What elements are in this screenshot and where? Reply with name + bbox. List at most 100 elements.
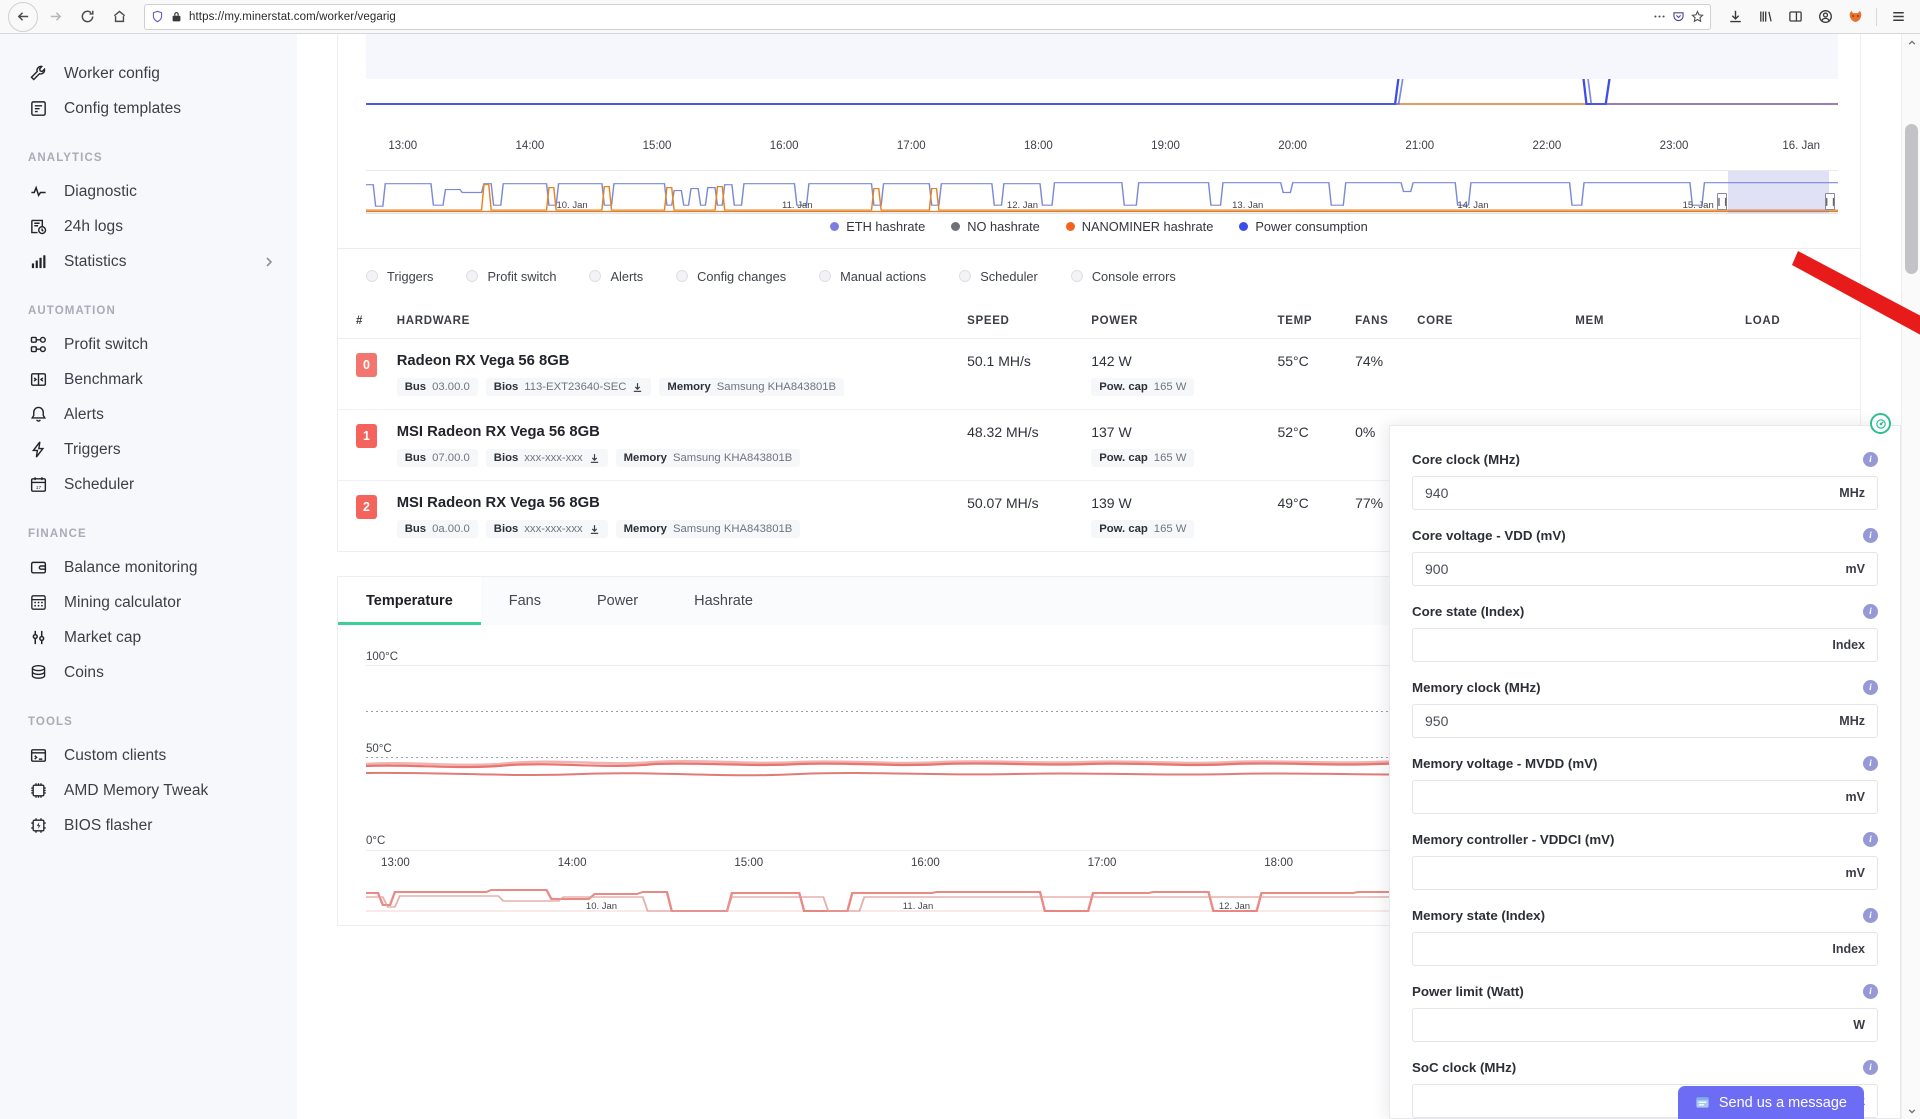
sidebar-item-profit-switch[interactable]: Profit switch	[0, 327, 297, 362]
legend-item[interactable]: Power consumption	[1239, 219, 1368, 234]
tab-fans[interactable]: Fans	[480, 577, 570, 625]
worker-overview-chart[interactable]: 13:00 14:00 15:00 16:00 17:00 18:00 19:00 20:00…	[337, 34, 1861, 214]
filter-toggle-manual-actions[interactable]: Manual actions	[819, 269, 926, 284]
filter-toggle-alerts[interactable]: Alerts	[589, 269, 643, 284]
table-row[interactable]: 0 Radeon RX Vega 56 8GB Bus 03.00.0 Bios 113-…	[338, 339, 1860, 410]
download-icon[interactable]	[1721, 3, 1749, 31]
info-icon[interactable]: i	[1863, 1060, 1878, 1075]
tab-hashrate[interactable]: Hashrate	[666, 577, 781, 625]
oc-input-memory-clock-mhz[interactable]: 950 MHz	[1412, 704, 1878, 738]
legend-item[interactable]: NANOMINER hashrate	[1065, 219, 1213, 234]
hamburger-icon[interactable]	[1884, 3, 1912, 31]
chevron-right-icon[interactable]	[263, 256, 275, 268]
sidebar-item-market-cap[interactable]: Market cap	[0, 620, 297, 655]
filter-toggle-scheduler[interactable]: Scheduler	[959, 269, 1038, 284]
speed-value: 50.07 MH/s	[967, 495, 1039, 511]
legend-label: ETH hashrate	[846, 218, 926, 234]
y-axis-label-mid: 50°C	[366, 743, 392, 755]
navigator-selected-range[interactable]	[1727, 171, 1830, 213]
fox-icon[interactable]	[1841, 3, 1869, 31]
power-cap-label: Pow. cap	[1099, 381, 1148, 393]
sidebar-item-custom-clients[interactable]: Custom clients	[0, 738, 297, 773]
home-button[interactable]	[104, 2, 134, 32]
navigator-handle-left[interactable]: ❙❙	[1716, 193, 1729, 210]
reload-button[interactable]	[72, 2, 102, 32]
sidebar-item-label: AMD Memory Tweak	[64, 781, 209, 799]
download-bios-icon[interactable]	[589, 453, 600, 464]
sidebar-item-diagnostic[interactable]: Diagnostic	[0, 174, 297, 209]
forward-button[interactable]	[40, 2, 70, 32]
legend-item[interactable]: NO hashrate	[951, 219, 1040, 234]
scrollbar-thumb[interactable]	[1905, 124, 1918, 274]
download-bios-icon[interactable]	[589, 524, 600, 535]
shield-icon[interactable]	[151, 10, 164, 23]
power-value: 142 W	[1091, 353, 1132, 369]
star-icon[interactable]	[1691, 10, 1704, 23]
oc-input-memory-voltage-mvdd-mv[interactable]: mV	[1412, 780, 1878, 814]
overclock-gauge-icon[interactable]	[1870, 413, 1891, 434]
sidebar-item-scheduler[interactable]: 17 Scheduler	[0, 467, 297, 502]
sidebar-item-amd-memory-tweak[interactable]: AMD Memory Tweak	[0, 773, 297, 808]
sidebar-item-statistics[interactable]: Statistics	[0, 244, 297, 279]
address-bar[interactable]: https://my.minerstat.com/worker/vegarig	[144, 3, 1711, 30]
oc-input-core-voltage-vdd-mv[interactable]: 900 mV	[1412, 552, 1878, 586]
sidebar-item-balance-monitoring[interactable]: Balance monitoring	[0, 550, 297, 585]
chat-widget-button[interactable]: Send us a message	[1677, 1086, 1864, 1119]
page-scrollbar[interactable]	[1901, 34, 1920, 1119]
filter-toggle-console-errors[interactable]: Console errors	[1070, 269, 1176, 284]
sidebar-item-mining-calculator[interactable]: Mining calculator	[0, 585, 297, 620]
oc-input-memory-controller-vddci-mv[interactable]: mV	[1412, 856, 1878, 890]
filter-radio-icon	[819, 270, 832, 282]
sidebar-item-alerts[interactable]: Alerts	[0, 397, 297, 432]
info-icon[interactable]: i	[1863, 604, 1878, 619]
info-icon[interactable]: i	[1863, 908, 1878, 923]
scroll-down-arrow[interactable]	[1902, 1102, 1920, 1119]
oc-label-row: Core voltage - VDD (mV) i	[1412, 528, 1878, 543]
ellipsis-icon[interactable]	[1653, 10, 1666, 23]
filter-toggle-profit-switch[interactable]: Profit switch	[466, 269, 556, 284]
info-icon[interactable]: i	[1863, 984, 1878, 999]
sidebar-item-config-templates[interactable]: Config templates	[0, 91, 297, 126]
speed-cell: 50.07 MH/s	[967, 495, 1091, 513]
info-icon[interactable]: i	[1863, 528, 1878, 543]
info-icon[interactable]: i	[1863, 452, 1878, 467]
sidebar-item-benchmark[interactable]: Benchmark	[0, 362, 297, 397]
sidebar-item-worker-config[interactable]: Worker config	[0, 56, 297, 91]
oc-input-core-state-index[interactable]: Index	[1412, 628, 1878, 662]
oc-input-core-clock-mhz[interactable]: 940 MHz	[1412, 476, 1878, 510]
info-icon[interactable]: i	[1863, 680, 1878, 695]
legend-item[interactable]: ETH hashrate	[830, 219, 925, 234]
bios-chip[interactable]: Bios 113-EXT23640-SEC	[485, 378, 652, 396]
th-core: CORE	[1417, 314, 1454, 327]
power-cap-value: 165 W	[1153, 381, 1187, 393]
navigator-handle-right[interactable]: ❙❙	[1823, 193, 1837, 210]
bios-chip[interactable]: Bios xxx-xxx-xxx	[485, 520, 608, 538]
oc-field-power-limit-watt: Power limit (Watt) i W	[1412, 984, 1878, 1042]
sidebar-icon[interactable]	[1781, 3, 1809, 31]
sidebar-item-triggers[interactable]: Triggers	[0, 432, 297, 467]
sidebar-item-24h-logs[interactable]: 24h logs	[0, 209, 297, 244]
sidebar-item-bios-flasher[interactable]: BIOS flasher	[0, 808, 297, 843]
oc-input-memory-state-index[interactable]: Index	[1412, 932, 1878, 966]
sidebar-item-coins[interactable]: Coins	[0, 655, 297, 690]
bios-chip[interactable]: Bios xxx-xxx-xxx	[485, 449, 608, 467]
benchmark-icon	[28, 370, 48, 390]
scroll-up-arrow[interactable]	[1902, 34, 1920, 51]
oc-input-power-limit-watt[interactable]: W	[1412, 1008, 1878, 1042]
tab-power[interactable]: Power	[569, 577, 667, 625]
chart-range-navigator[interactable]: ❙❙ ❙❙ 10. Jan 11. Jan 12. Jan 13. Jan 14. Ja…	[366, 170, 1838, 214]
th-load: LOAD	[1745, 314, 1781, 327]
account-icon[interactable]	[1811, 3, 1839, 31]
status-badge: 2	[356, 495, 377, 519]
back-button[interactable]	[8, 1, 38, 32]
pocket-icon[interactable]	[1672, 10, 1685, 23]
filter-toggle-config-changes[interactable]: Config changes	[676, 269, 786, 284]
info-icon[interactable]: i	[1863, 756, 1878, 771]
oc-field-unit: Index	[1832, 638, 1865, 652]
library-icon[interactable]	[1751, 3, 1779, 31]
download-bios-icon[interactable]	[632, 382, 643, 393]
info-icon[interactable]: i	[1863, 832, 1878, 847]
tab-temperature[interactable]: Temperature	[338, 577, 481, 625]
x-axis-tick: 14:00	[557, 857, 587, 869]
filter-toggle-triggers[interactable]: Triggers	[366, 269, 433, 284]
